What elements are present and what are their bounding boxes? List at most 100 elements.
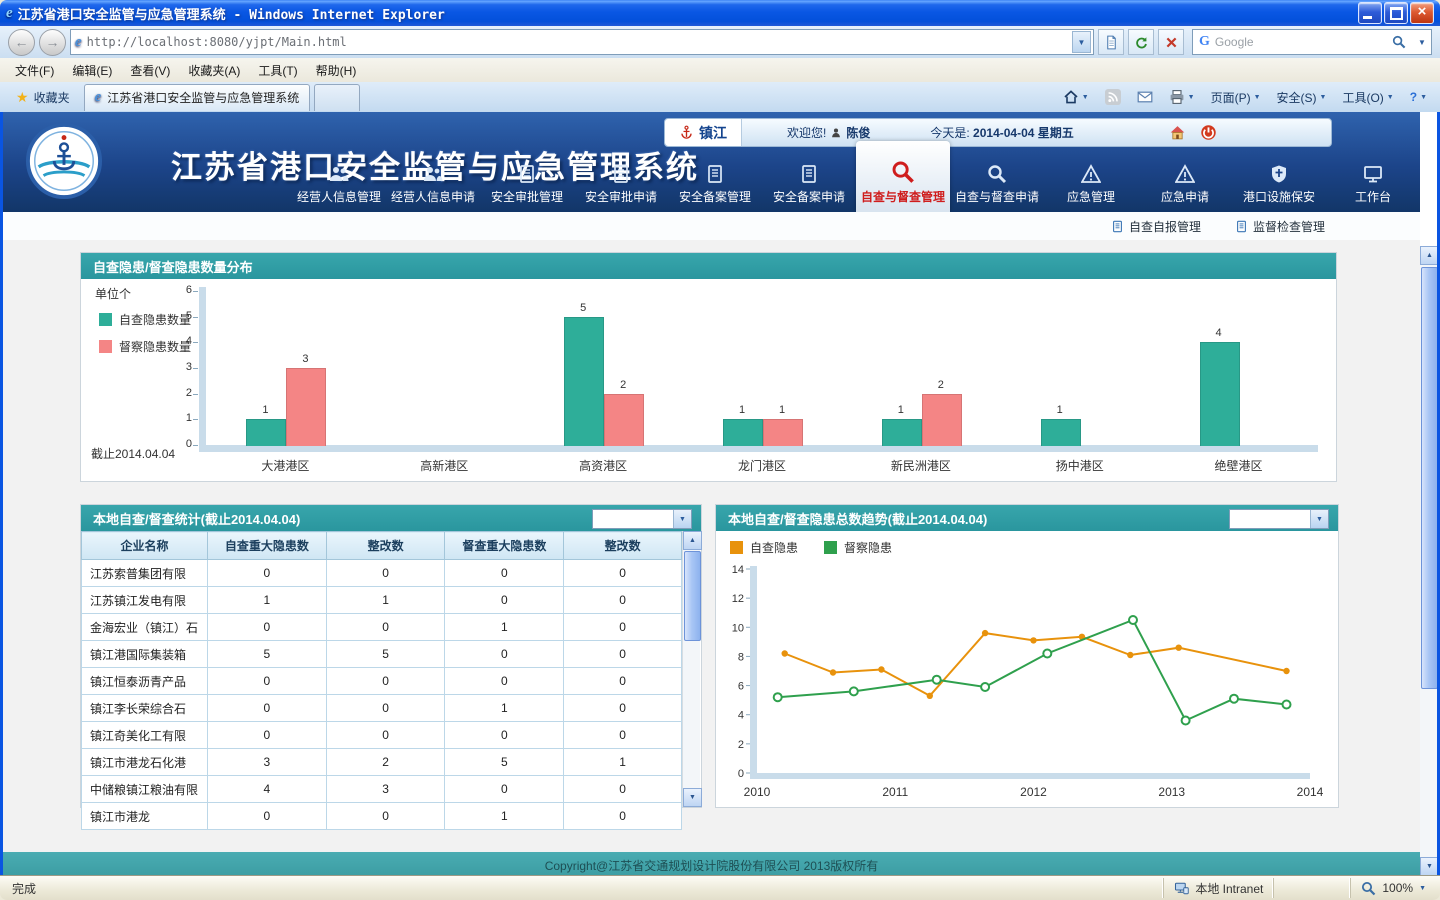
nav-item-1[interactable]: 经营人信息管理 [292, 151, 386, 212]
page-scrollbar[interactable]: ▲ ▼ [1420, 246, 1437, 876]
bar-panel-title: 自查隐患/督查隐患数量分布 [93, 257, 253, 276]
table-row[interactable]: 金海宏业（镇江）石0010 [82, 614, 682, 641]
scroll-up-button[interactable]: ▲ [683, 531, 702, 550]
table-header[interactable]: 自查重大隐患数 [207, 532, 326, 560]
table-row[interactable]: 镇江市港龙石化港3251 [82, 749, 682, 776]
table-row[interactable]: 镇江恒泰沥青产品0000 [82, 668, 682, 695]
nav-item-label: 港口设施保安 [1243, 188, 1315, 205]
zoom-control[interactable]: 100% ▼ [1350, 878, 1436, 898]
table-cell: 0 [207, 560, 326, 587]
menu-item[interactable]: 帮助(H) [307, 59, 366, 82]
home-button[interactable]: ▼ [1056, 84, 1096, 110]
browser-tab[interactable]: e 江苏省港口安全监管与应急管理系统 [84, 84, 311, 111]
y-tick-mark [193, 419, 198, 420]
menu-item[interactable]: 工具(T) [249, 59, 306, 82]
subnav-item-2[interactable]: 监督检查管理 [1235, 218, 1325, 235]
stop-button[interactable] [1158, 29, 1184, 55]
company-name-cell: 镇江港国际集装箱 [82, 641, 208, 668]
close-button[interactable] [1410, 2, 1434, 24]
bar-chart: 0123456大港港区13高新港区高资港区52龙门港区11新民洲港区12扬中港区… [81, 279, 1336, 479]
scroll-down-button[interactable]: ▼ [683, 788, 702, 807]
search-button[interactable] [1388, 32, 1410, 52]
toolbar-button[interactable]: 工具(O)▼ [1335, 84, 1400, 110]
legend-item: 督察隐患 [824, 539, 892, 556]
menu-item[interactable]: 编辑(E) [63, 59, 121, 82]
table-header[interactable]: 督查重大隐患数 [445, 532, 564, 560]
nav-item-6[interactable]: 安全备案申请 [762, 151, 856, 212]
forward-button[interactable]: → [39, 29, 66, 56]
favorites-button[interactable]: ★ 收藏夹 [6, 84, 80, 110]
menu-item[interactable]: 收藏夹(A) [179, 59, 249, 82]
toolbar-button[interactable]: 安全(S)▼ [1270, 84, 1334, 110]
nav-item-4[interactable]: 安全审批申请 [574, 151, 668, 212]
table-row[interactable]: 镇江港国际集装箱5500 [82, 641, 682, 668]
table-cell: 0 [445, 641, 564, 668]
minimize-button[interactable] [1358, 2, 1382, 24]
table-row[interactable]: 镇江奇美化工有限0000 [82, 722, 682, 749]
nav-item-9[interactable]: 应急管理 [1044, 151, 1138, 212]
nav-item-label: 工作台 [1355, 188, 1391, 205]
menu-bar: 文件(F)编辑(E)查看(V)收藏夹(A)工具(T)帮助(H) [0, 58, 1440, 83]
nav-item-7[interactable]: 自查与督查管理 [856, 141, 950, 212]
user-icon [830, 127, 842, 139]
menu-item[interactable]: 查看(V) [121, 59, 179, 82]
nav-item-2[interactable]: 经营人信息申请 [386, 151, 480, 212]
nav-item-5[interactable]: 安全备案管理 [668, 151, 762, 212]
table-cell: 0 [326, 803, 445, 830]
table-cell: 0 [564, 587, 682, 614]
table-header[interactable]: 整改数 [326, 532, 445, 560]
table-row[interactable]: 江苏索普集团有限0000 [82, 560, 682, 587]
table-row[interactable]: 镇江市港龙0010 [82, 803, 682, 830]
home-icon[interactable] [1169, 124, 1186, 141]
nav-item-3[interactable]: 安全审批管理 [480, 151, 574, 212]
bar-value-label: 1 [723, 404, 761, 416]
new-tab-button[interactable] [314, 84, 360, 111]
scroll-up-button[interactable]: ▲ [1420, 246, 1439, 265]
table-cell: 0 [207, 668, 326, 695]
back-button[interactable]: ← [8, 29, 35, 56]
address-bar[interactable]: e http://localhost:8080/yjpt/Main.html ▼ [70, 29, 1094, 55]
feed-button[interactable] [1098, 84, 1128, 110]
legend-swatch [824, 541, 837, 554]
scroll-down-button[interactable]: ▼ [1420, 857, 1439, 876]
table-panel-title: 本地自查/督查统计(截止2014.04.04) [93, 509, 300, 528]
read-mail-button[interactable] [1130, 84, 1160, 110]
table-filter-dropdown[interactable]: ▼ [592, 509, 692, 529]
scrollbar-thumb[interactable] [684, 551, 701, 641]
table-scrollbar[interactable]: ▲ ▼ [682, 531, 700, 807]
table-row[interactable]: 镇江李长荣综合石0010 [82, 695, 682, 722]
x-axis-label: 高新港区 [384, 457, 504, 474]
search-dropdown-button[interactable]: ▼ [1415, 38, 1429, 47]
table-cell: 5 [326, 641, 445, 668]
address-dropdown-button[interactable]: ▼ [1072, 31, 1091, 53]
title-bar[interactable]: e 江苏省港口安全监管与应急管理系统 - Windows Internet Ex… [0, 0, 1440, 26]
table-cell: 0 [564, 776, 682, 803]
restore-button[interactable] [1384, 2, 1408, 24]
compatibility-view-icon [1104, 35, 1119, 50]
nav-item-8[interactable]: 自查与督查申请 [950, 151, 1044, 212]
toolbar-button[interactable]: 页面(P)▼ [1204, 84, 1268, 110]
address-url[interactable]: http://localhost:8080/yjpt/Main.html [87, 35, 1067, 49]
bar-value-label: 1 [882, 404, 920, 416]
print-button[interactable]: ▼ [1162, 84, 1202, 110]
nav-item-11[interactable]: 港口设施保安 [1232, 151, 1326, 212]
nav-item-12[interactable]: 工作台 [1326, 151, 1420, 212]
logout-icon[interactable] [1200, 124, 1217, 141]
table-row[interactable]: 中储粮镇江粮油有限4300 [82, 776, 682, 803]
search-box[interactable]: G Google ▼ [1192, 29, 1432, 55]
help-button[interactable]: ?▼ [1403, 84, 1434, 110]
subnav-item-1[interactable]: 自查自报管理 [1111, 218, 1201, 235]
y-axis-label: 5 [172, 310, 192, 322]
table-header[interactable]: 企业名称 [82, 532, 208, 560]
nav-item-10[interactable]: 应急申请 [1138, 151, 1232, 212]
refresh-button[interactable] [1128, 29, 1154, 55]
table-row[interactable]: 江苏镇江发电有限1100 [82, 587, 682, 614]
scrollbar-thumb[interactable] [1421, 267, 1438, 689]
table-header[interactable]: 整改数 [564, 532, 682, 560]
compatibility-view-button[interactable] [1098, 29, 1124, 55]
menu-item[interactable]: 文件(F) [6, 59, 63, 82]
table-cell: 0 [564, 614, 682, 641]
doc-icon [611, 164, 631, 184]
search-input[interactable]: Google [1215, 35, 1383, 49]
trend-filter-dropdown[interactable]: ▼ [1229, 509, 1329, 529]
